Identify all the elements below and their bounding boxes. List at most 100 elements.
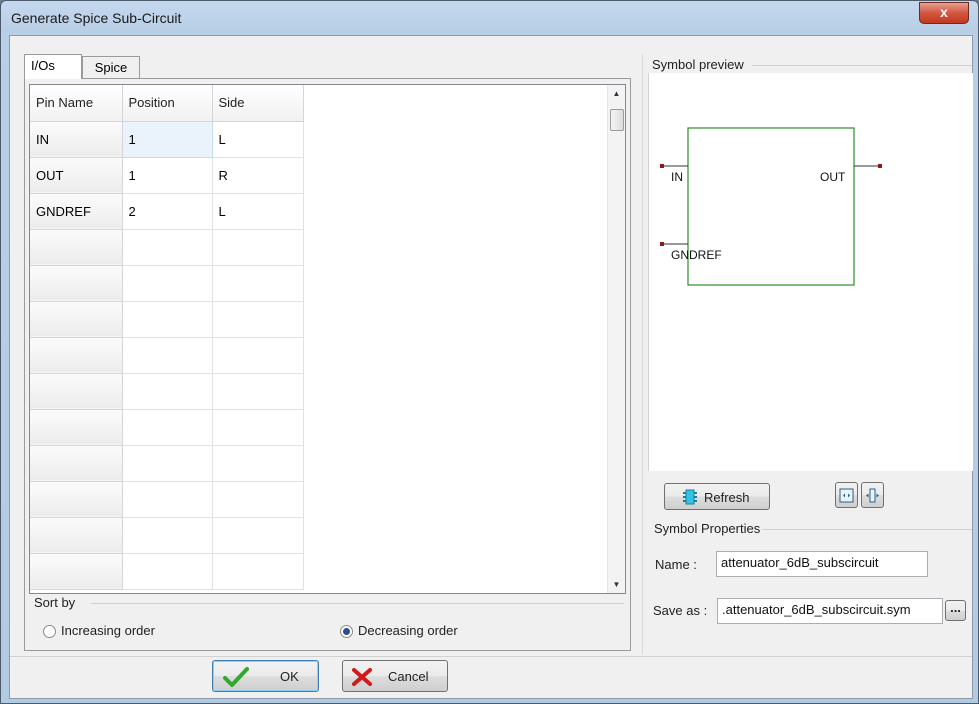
symbol-properties-label: Symbol Properties [654,521,761,536]
preview-divider [752,65,972,66]
refresh-icon [683,489,697,505]
name-input[interactable]: attenuator_6dB_subscircuit [716,551,928,577]
position-cell[interactable] [122,445,213,482]
refresh-button[interactable]: Refresh [664,483,770,510]
decreasing-order-radio[interactable] [340,625,353,638]
position-cell[interactable] [122,265,213,302]
properties-divider [762,529,972,530]
pin-name-cell[interactable] [30,553,123,590]
pin-name-cell[interactable] [30,337,123,374]
table-row-empty [30,337,304,374]
side-cell[interactable] [212,553,304,590]
refresh-label: Refresh [704,490,750,505]
cancel-button[interactable]: Cancel [342,660,448,692]
increasing-order-radio[interactable] [43,625,56,638]
symbol-preview-canvas[interactable]: IN OUT GNDREF [648,73,973,471]
pin-name-cell[interactable] [30,409,123,446]
side-cell[interactable] [212,265,304,302]
increasing-order-label[interactable]: Increasing order [61,623,155,638]
dialog-client-area: I/Os Spice Pin Name Position Side IN 1 L [9,35,973,699]
close-button[interactable]: x [919,2,969,24]
pin-out-marker [878,164,882,168]
decreasing-order-label[interactable]: Decreasing order [358,623,458,638]
pin-label-out: OUT [820,170,846,184]
table-row-empty [30,373,304,410]
name-label: Name : [655,557,697,572]
side-cell[interactable] [212,373,304,410]
browse-button[interactable]: ... [945,600,966,621]
column-header-pin-name[interactable]: Pin Name [30,85,123,122]
pin-label-gndref: GNDREF [671,248,722,262]
radio-selected-dot [343,628,350,635]
fit-width-button[interactable] [835,482,858,508]
ios-tab-panel: Pin Name Position Side IN 1 L OUT 1 R GN… [24,78,631,651]
pin-name-cell[interactable] [30,517,123,554]
save-as-input[interactable]: .attenuator_6dB_subscircuit.sym [717,598,943,624]
pin-table: Pin Name Position Side IN 1 L OUT 1 R GN… [30,85,304,590]
position-cell[interactable] [122,337,213,374]
position-cell[interactable] [122,229,213,266]
cancel-label: Cancel [388,669,429,684]
side-cell[interactable]: L [212,193,304,230]
sort-by-divider [91,603,624,604]
pin-gndref-marker [660,242,664,246]
checkmark-icon [223,667,249,687]
side-cell[interactable] [212,337,304,374]
position-cell[interactable] [122,481,213,518]
scroll-up-icon[interactable]: ▲ [608,85,625,102]
pin-name-cell[interactable] [30,301,123,338]
table-row-empty [30,445,304,482]
pin-name-cell[interactable] [30,445,123,482]
side-cell[interactable] [212,481,304,518]
tab-ios[interactable]: I/Os [24,54,82,79]
position-cell[interactable] [122,517,213,554]
title-bar[interactable]: Generate Spice Sub-Circuit x [1,1,978,35]
fit-height-button[interactable] [861,482,884,508]
column-header-position[interactable]: Position [122,85,213,122]
position-cell[interactable]: 1 [122,157,213,194]
position-cell[interactable] [122,409,213,446]
position-cell[interactable] [122,301,213,338]
ok-label: OK [280,669,299,684]
pin-name-cell[interactable] [30,229,123,266]
sort-by-group: Sort by Increasing order Decreasing orde… [29,595,624,645]
table-row-empty [30,265,304,302]
pin-grid[interactable]: Pin Name Position Side IN 1 L OUT 1 R GN… [29,84,626,594]
position-cell[interactable]: 2 [122,193,213,230]
pin-label-in: IN [671,170,683,184]
pin-name-cell[interactable] [30,481,123,518]
table-row: OUT 1 R [30,157,304,194]
ok-button[interactable]: OK [212,660,319,692]
column-header-side[interactable]: Side [212,85,304,122]
panel-splitter[interactable] [642,54,643,654]
window-title: Generate Spice Sub-Circuit [11,10,182,26]
pin-name-cell[interactable]: IN [30,121,123,158]
sort-by-label: Sort by [34,595,79,610]
pin-name-cell[interactable]: OUT [30,157,123,194]
table-row-empty [30,229,304,266]
close-icon: x [940,4,948,20]
side-cell[interactable]: L [212,121,304,158]
grid-header-row: Pin Name Position Side [30,85,304,122]
fit-width-icon [839,488,854,503]
side-cell[interactable] [212,445,304,482]
side-cell[interactable] [212,301,304,338]
side-cell[interactable] [212,229,304,266]
position-cell[interactable] [122,553,213,590]
table-row-empty [30,481,304,518]
browse-icon: ... [950,600,961,615]
scroll-down-icon[interactable]: ▼ [608,576,625,593]
symbol-preview-label: Symbol preview [652,57,744,72]
side-cell[interactable] [212,517,304,554]
side-cell[interactable] [212,409,304,446]
position-cell[interactable]: 1 [121,120,213,158]
side-cell[interactable]: R [212,157,304,194]
pin-name-cell[interactable] [30,265,123,302]
pin-in-marker [660,164,664,168]
pin-name-cell[interactable]: GNDREF [30,193,123,230]
scroll-thumb[interactable] [610,109,624,131]
position-cell[interactable] [122,373,213,410]
pin-name-cell[interactable] [30,373,123,410]
tab-spice[interactable]: Spice [82,56,140,78]
grid-vertical-scrollbar[interactable]: ▲ ▼ [607,85,625,593]
